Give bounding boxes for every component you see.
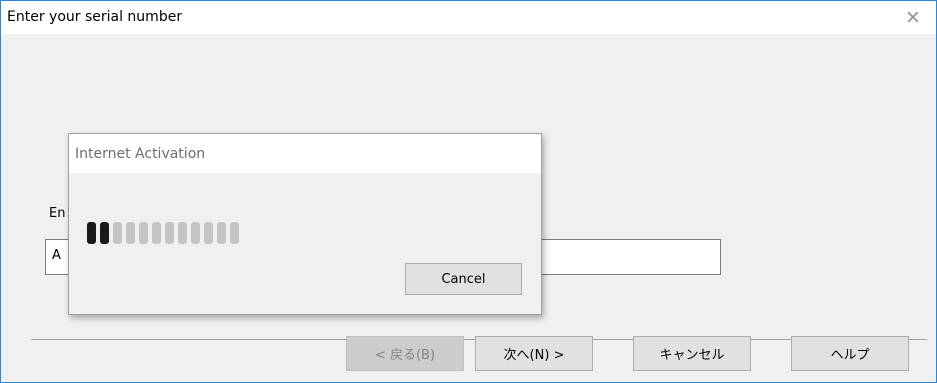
cancel-button[interactable]: キャンセル xyxy=(633,336,751,371)
progress-segment xyxy=(139,222,148,244)
progress-segment xyxy=(152,222,161,244)
progress-segment xyxy=(113,222,122,244)
close-icon[interactable]: ✕ xyxy=(890,1,936,34)
dialog-cancel-button[interactable]: Cancel xyxy=(405,263,522,295)
next-button[interactable]: 次へ(N) > xyxy=(475,336,593,371)
window-title: Enter your serial number xyxy=(7,9,183,25)
progress-segment xyxy=(217,222,226,244)
serial-number-label: En xyxy=(49,206,66,221)
progress-segment xyxy=(178,222,187,244)
dialog-title-bar: Internet Activation xyxy=(69,134,541,173)
progress-segment xyxy=(204,222,213,244)
progress-segment xyxy=(191,222,200,244)
progress-segment xyxy=(165,222,174,244)
internet-activation-dialog: Internet Activation Cancel xyxy=(68,133,542,315)
progress-segment xyxy=(126,222,135,244)
progress-segment xyxy=(230,222,239,244)
help-button[interactable]: ヘルプ xyxy=(791,336,909,371)
progress-segment xyxy=(100,222,109,244)
back-button[interactable]: < 戻る(B) xyxy=(346,336,464,371)
progress-segment xyxy=(87,222,96,244)
title-bar: Enter your serial number ✕ xyxy=(1,1,936,34)
wizard-window: Enter your serial number ✕ En A < 戻る(B) … xyxy=(0,0,937,383)
activation-progress-indicator xyxy=(87,222,239,244)
dialog-title: Internet Activation xyxy=(75,146,206,162)
